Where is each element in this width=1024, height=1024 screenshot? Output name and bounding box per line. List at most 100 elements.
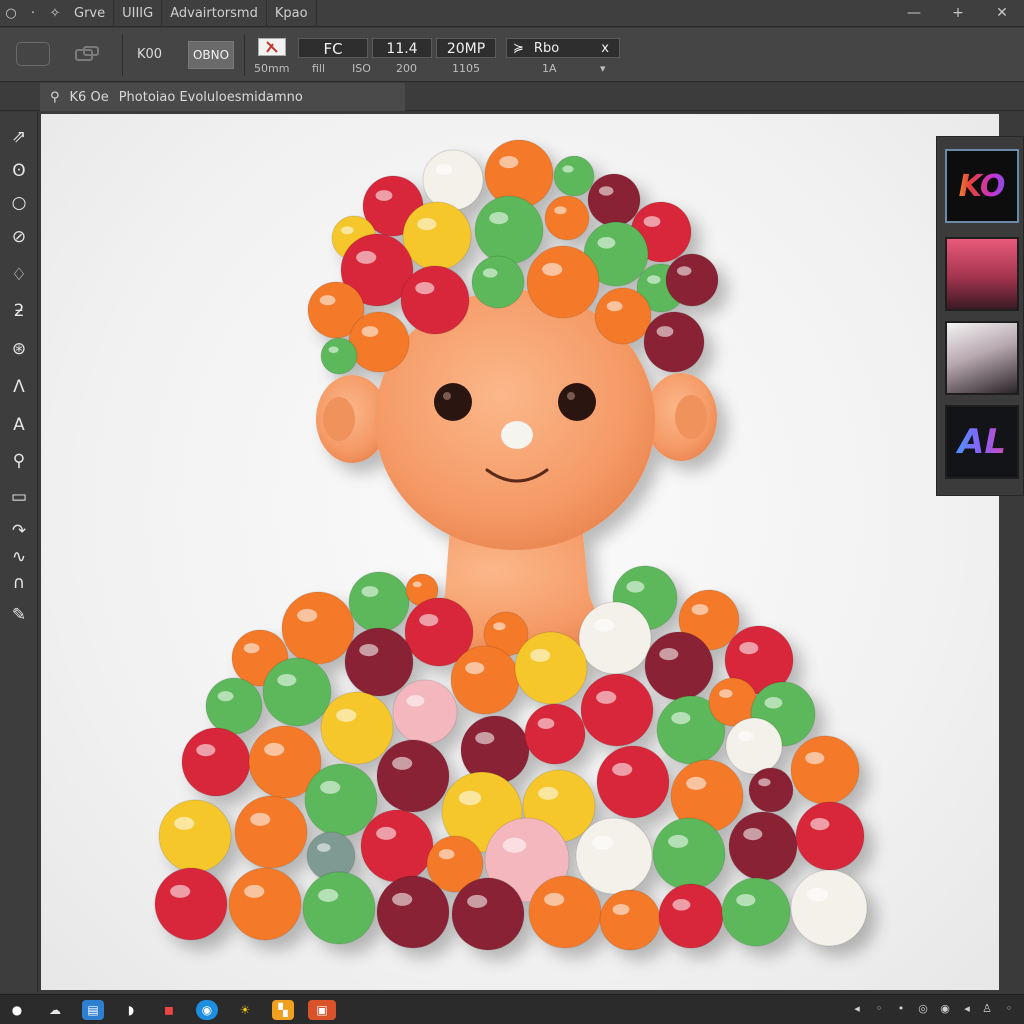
preset-label[interactable]: K00 [137,47,162,62]
logo-al-text: AL [947,407,1017,477]
candy [725,717,783,775]
zoom-tool-icon[interactable]: ⚲ [6,448,32,474]
megapixel-sub: 1105 [452,62,480,75]
tray-pin-icon[interactable]: ◂ [960,1002,974,1018]
diamond-icon[interactable]: ✧ [44,6,66,21]
type-tool-a-icon[interactable]: Λ [6,374,32,400]
store-icon[interactable]: ◼ [158,1000,180,1020]
candy [553,155,595,197]
menu-item-file[interactable]: Grve [66,0,115,27]
document-tab-prefix: K6 Oe [69,89,109,105]
browser-icon[interactable]: ◗ [120,1000,142,1020]
fc-field[interactable]: FC [298,38,368,58]
files-icon[interactable]: ▤ [82,1000,104,1020]
channel-select[interactable]: ≽ Rbo x [506,38,620,58]
menu-item-image[interactable]: UIIIG [114,0,163,27]
candy [474,195,544,265]
candy [262,657,332,727]
aperture-field[interactable]: 11.4 [372,38,432,58]
photo-editor-icon[interactable]: ▣ [308,1000,336,1020]
path-icon[interactable]: ∿ [6,544,32,570]
tray-volume-icon[interactable]: ◉ [938,1002,952,1018]
body-candies [154,565,868,951]
tray-arrow-icon[interactable]: ◦ [1002,1002,1016,1018]
channel-sub: 1A [542,62,557,75]
arc-icon[interactable]: ∩ [6,570,32,596]
document-tab[interactable]: ⚲ K6 Oe Photoiao Evoluloesmidamno [40,83,405,111]
menu-item-advanced[interactable]: Advairtorsmd [162,0,267,27]
candy [402,201,472,271]
fc-sub-iso: ISO [352,62,371,75]
crop-tool-icon[interactable] [258,38,286,56]
pen-tool-icon[interactable]: ƻ [6,298,32,324]
tray-network-icon[interactable]: ◎ [916,1002,930,1018]
candy [154,867,228,941]
candy [795,801,865,871]
candy [790,869,868,947]
sun-icon[interactable]: ☀ [234,1000,256,1020]
image-canvas[interactable] [41,114,999,990]
brush-tool-icon[interactable]: ♢ [6,262,32,288]
canvas-area [39,112,1001,992]
candy [228,867,302,941]
edge-icon[interactable]: ◉ [196,1000,218,1020]
candy [578,601,652,675]
close-button[interactable]: ✕ [980,0,1024,27]
lasso-tool-icon[interactable]: ʘ [6,158,32,184]
logo-swatch-al[interactable]: AL [945,405,1019,479]
candy [599,889,661,951]
candy [400,265,470,335]
type-tool-b-icon[interactable]: A [6,412,32,438]
selection-mode-button[interactable] [16,42,50,66]
candy [348,311,410,373]
candy [376,739,450,813]
channel-value: Rbo [533,41,560,56]
channel-close-button[interactable]: x [601,39,609,59]
color-swatch-red[interactable] [945,237,1019,311]
chevron-down-icon[interactable]: ▾ [600,62,606,75]
color-swatch-gray[interactable] [945,321,1019,395]
candy [790,735,860,805]
right-ear-inner [675,395,707,439]
app-logo-icon: ○ [5,5,17,21]
tray-dot-icon[interactable]: • [894,1002,908,1018]
candy [748,767,794,813]
figure [154,139,868,951]
minimize-button[interactable]: — [892,0,936,27]
stamp-tool-icon[interactable]: ⊛ [6,336,32,362]
ellipse-select-icon[interactable]: ○ [6,190,32,216]
move-tool-icon[interactable]: ⇗ [6,124,32,150]
start-icon[interactable]: ● [6,1000,28,1020]
candy [320,691,394,765]
photo-editor-window: ○ · ✧ Grve UIIIG Advairtorsmd Kpao — + ✕… [0,0,1024,1024]
office-icon[interactable]: ▚ [272,1000,294,1020]
quick-select-icon[interactable]: ⊘ [6,224,32,250]
left-eye [434,383,472,421]
eyedropper-icon[interactable]: ✎ [6,602,32,628]
link-icon[interactable] [70,42,104,66]
candy [652,817,726,891]
menu-item-help[interactable]: Kpao [267,0,317,27]
nose [501,421,533,449]
candy [304,763,378,837]
megapixel-field[interactable]: 20MP [436,38,496,58]
candy [594,287,652,345]
mode-button[interactable]: OBNO [188,41,234,69]
candy [302,871,376,945]
dot-icon: · [30,5,36,21]
candy [643,311,705,373]
tray-person-icon[interactable]: ♙ [980,1002,994,1018]
weather-icon[interactable]: ☁ [44,1000,66,1020]
tray-cloud-icon[interactable]: ◦ [872,1002,886,1018]
logo-swatch-ko[interactable]: KO [945,149,1019,223]
tray-chevron-icon[interactable]: ◂ [850,1002,864,1018]
candy [728,811,798,881]
hook-icon[interactable]: ↷ [6,518,32,544]
document-tab-title: Photoiao Evoluloesmidamno [118,89,303,105]
maximize-button[interactable]: + [936,0,980,27]
candy [514,631,588,705]
document-tab-bar: ⚲ K6 Oe Photoiao Evoluloesmidamno [0,83,1024,111]
candy [205,677,263,735]
chat-icon[interactable]: ▭ [6,484,32,510]
candy [234,795,308,869]
